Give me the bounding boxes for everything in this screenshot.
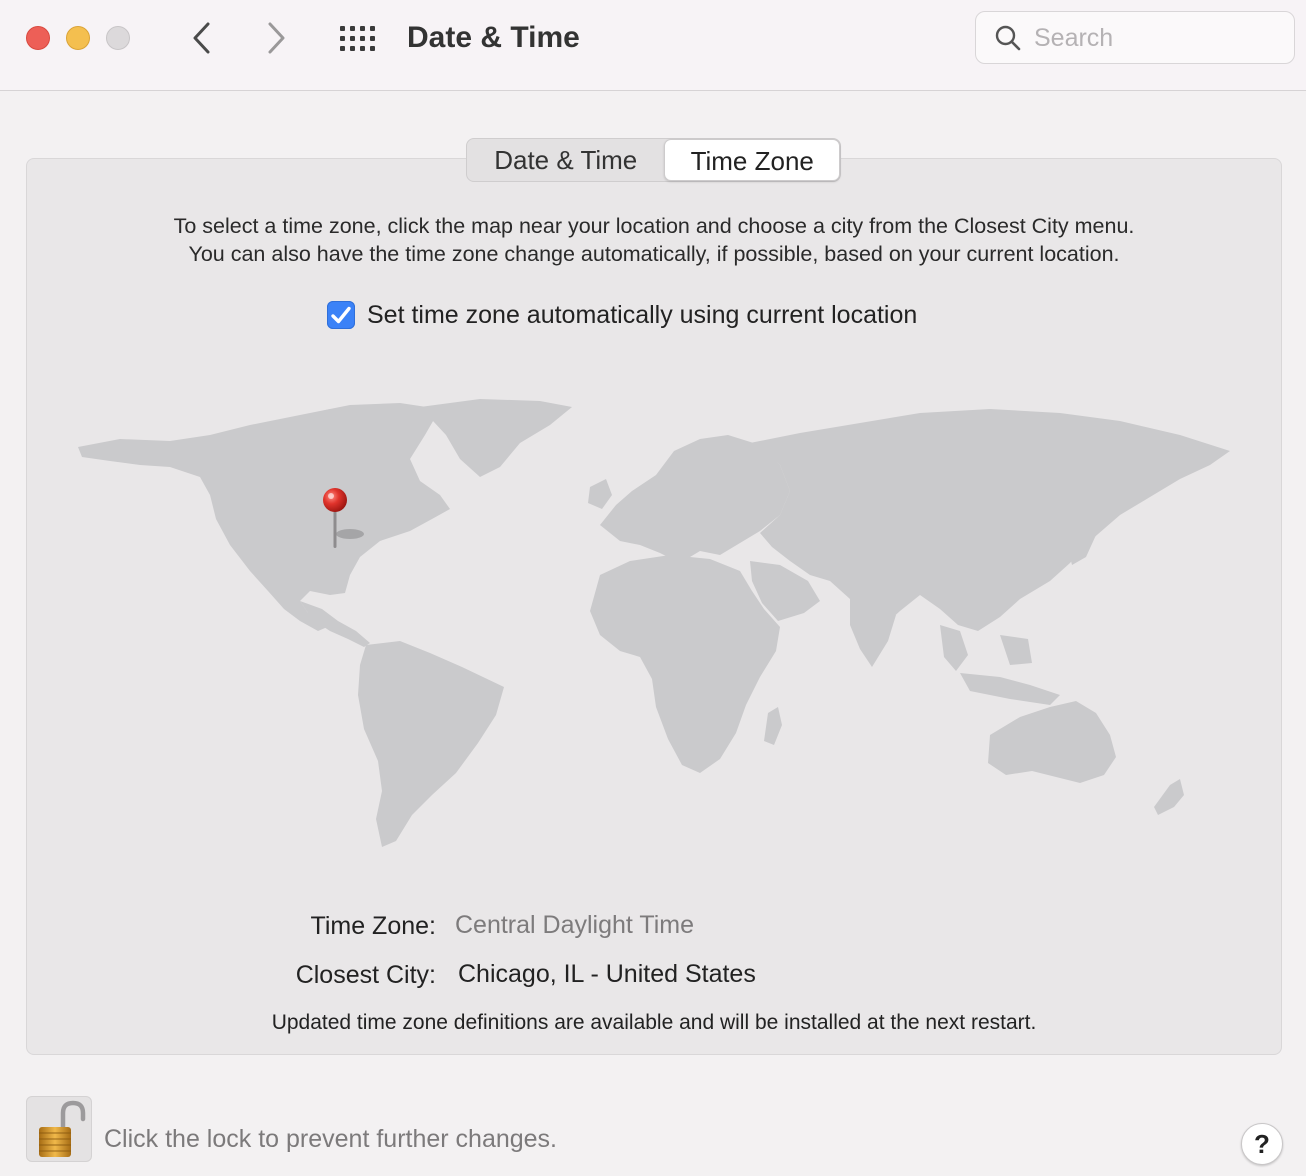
- closest-city-value[interactable]: Chicago, IL - United States: [458, 960, 756, 989]
- show-all-button[interactable]: [338, 24, 378, 54]
- lock-text: Click the lock to prevent further change…: [104, 1125, 558, 1153]
- africa-shape: [590, 555, 780, 773]
- closest-city-label: Closest City:: [295, 961, 436, 989]
- checkmark-icon: [331, 306, 351, 324]
- minimize-button[interactable]: [66, 26, 90, 50]
- window-title: Date & Time: [407, 21, 580, 54]
- instructions-line-1: To select a time zone, click the map nea…: [173, 214, 1135, 238]
- australia-shape: [988, 701, 1116, 783]
- tab-bar: Date & Time Time Zone: [466, 138, 841, 182]
- search-icon: [995, 25, 1021, 51]
- help-button[interactable]: ?: [1241, 1123, 1283, 1165]
- world-map-graphic: [78, 399, 1230, 847]
- europe-shape: [600, 435, 790, 563]
- search-input[interactable]: [1034, 20, 1284, 56]
- tab-time-zone[interactable]: Time Zone: [664, 139, 840, 181]
- lock-open-icon: [39, 1100, 86, 1157]
- grid-icon: [340, 26, 375, 51]
- chevron-right-icon: [268, 22, 285, 54]
- zoom-button[interactable]: [106, 26, 130, 50]
- instructions: To select a time zone, click the map nea…: [26, 212, 1282, 268]
- greenland-shape: [420, 399, 572, 477]
- map-pin-icon: [323, 488, 364, 548]
- british-isles-shape: [588, 479, 612, 509]
- world-map[interactable]: [60, 395, 1250, 855]
- search-field[interactable]: [975, 11, 1295, 64]
- lock-button[interactable]: [26, 1096, 92, 1162]
- forward-button[interactable]: [256, 18, 296, 58]
- time-zone-value: Central Daylight Time: [455, 911, 694, 939]
- instructions-line-2: You can also have the time zone change a…: [188, 242, 1120, 266]
- new-zealand-shape: [1154, 779, 1184, 815]
- southeast-asia-shape: [940, 625, 1060, 705]
- chevron-left-icon: [193, 22, 210, 54]
- auto-timezone-checkbox[interactable]: [327, 301, 355, 329]
- tab-date-time[interactable]: Date & Time: [467, 139, 664, 181]
- auto-timezone-label: Set time zone automatically using curren…: [367, 300, 918, 329]
- back-button[interactable]: [182, 18, 222, 58]
- south-america-shape: [358, 641, 504, 847]
- time-zone-label: Time Zone:: [310, 912, 436, 940]
- auto-timezone-row: Set time zone automatically using curren…: [327, 299, 917, 331]
- madagascar-shape: [764, 707, 782, 745]
- toolbar: Date & Time: [0, 0, 1306, 91]
- north-america-shape: [78, 403, 450, 631]
- update-note: Updated time zone definitions are availa…: [271, 1011, 1037, 1034]
- close-button[interactable]: [26, 26, 50, 50]
